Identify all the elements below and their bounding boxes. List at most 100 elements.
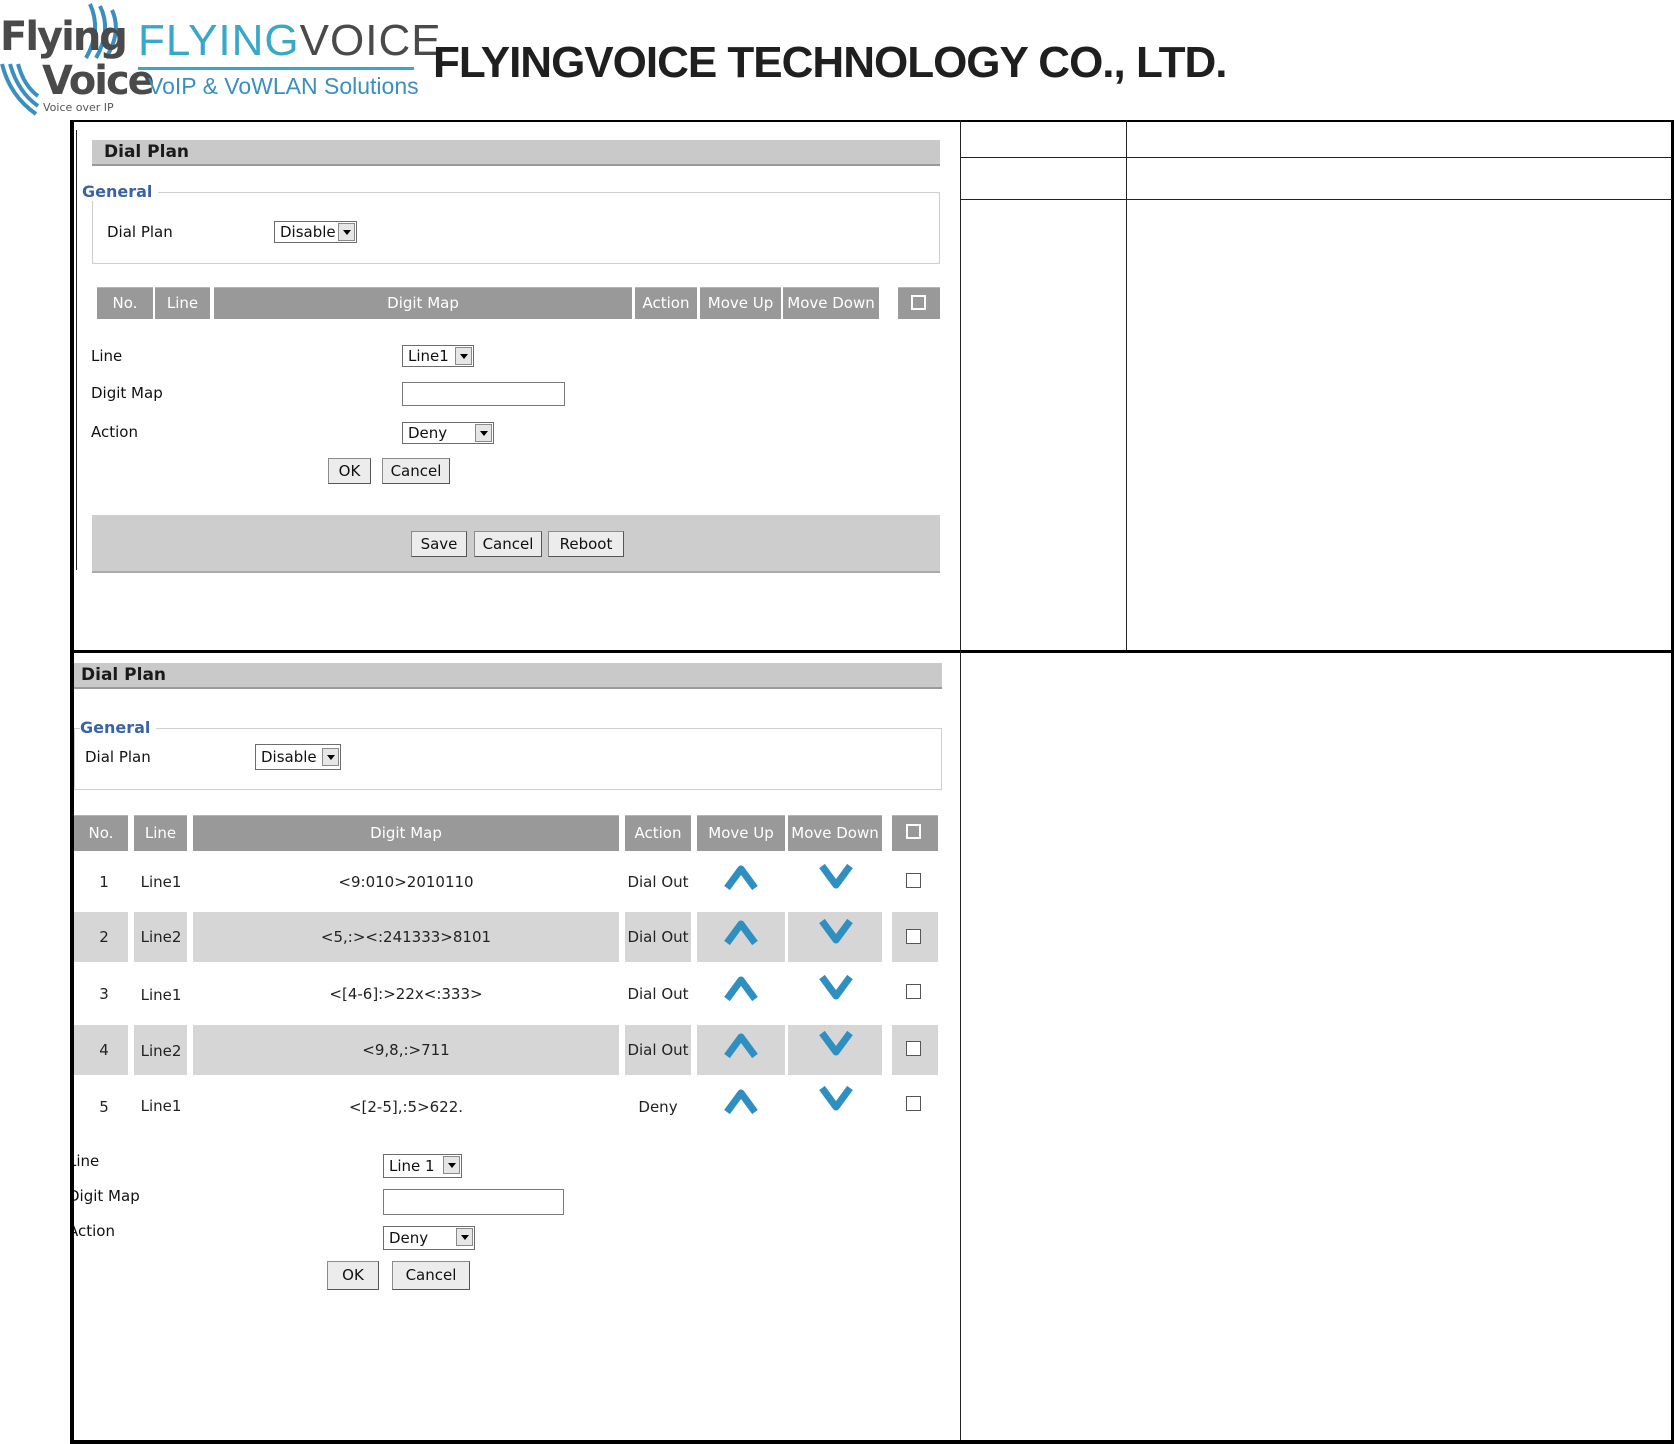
move-down-icon[interactable] — [819, 1030, 853, 1060]
panel-title-bar: Dial Plan — [92, 140, 940, 166]
digit-map-label: Digit Map — [91, 384, 163, 402]
move-up-icon[interactable] — [724, 861, 758, 891]
row-checkbox[interactable] — [906, 1096, 921, 1111]
move-down-icon[interactable] — [819, 1085, 853, 1115]
row-action: Dial Out — [627, 1041, 689, 1059]
row-action: Deny — [638, 1098, 678, 1116]
logo-voip-text: Voice over IP — [43, 101, 114, 114]
logo-voice-text: Voice — [42, 58, 155, 104]
top-right-row-line-1 — [960, 157, 1672, 158]
chevron-down-icon — [475, 424, 492, 442]
line-select-value: Line 1 — [389, 1157, 435, 1175]
dial-plan-select-value: Disable — [261, 748, 317, 766]
row-digit-map: <[4-6]:>22x<:333> — [329, 985, 483, 1003]
move-up-icon[interactable] — [724, 916, 758, 946]
line-select-value: Line1 — [408, 347, 449, 365]
move-up-icon[interactable] — [724, 1029, 758, 1059]
dial-plan-panel-top: Dial Plan General Dial Plan Disable No. … — [76, 124, 946, 644]
action-select-value: Deny — [389, 1229, 429, 1247]
move-up-icon[interactable] — [724, 972, 758, 1002]
col-header-move-down: Move Down — [783, 287, 879, 319]
row-action: Dial Out — [627, 985, 689, 1003]
general-legend: General — [82, 182, 159, 201]
row-no: 3 — [99, 985, 109, 1003]
move-down-icon[interactable] — [819, 918, 853, 948]
action-label: Action — [91, 423, 138, 441]
general-fieldset — [92, 192, 940, 264]
header: Flying Voice Voice over IP FLYINGVOICE V… — [0, 0, 1676, 118]
line-label: Line — [91, 347, 123, 365]
brand-logo: FLYINGVOICE — [138, 16, 442, 66]
action-label: Action — [74, 1222, 115, 1240]
row-digit-map: <9,8,:>711 — [362, 1041, 450, 1059]
general-legend: General — [80, 718, 157, 737]
col-header-action: Action — [625, 815, 691, 851]
dial-plan-select-value: Disable — [280, 223, 336, 241]
row-no: 5 — [99, 1098, 109, 1116]
row-action: Dial Out — [627, 873, 689, 891]
ok-button[interactable]: OK — [328, 458, 371, 484]
line-select[interactable]: Line1 — [402, 345, 474, 367]
cancel-button[interactable]: Cancel — [392, 1261, 470, 1290]
save-button[interactable]: Save — [411, 531, 467, 557]
dial-plan-panel-bottom: Dial Plan General Dial Plan Disable No. … — [74, 660, 954, 1430]
general-fieldset — [74, 728, 942, 790]
row-digit-map: <5,:><:241333>8101 — [320, 928, 492, 946]
row-checkbox[interactable] — [906, 929, 921, 944]
col-header-move-up: Move Up — [700, 287, 781, 319]
col-header-line: Line — [134, 815, 187, 851]
move-up-icon[interactable] — [724, 1085, 758, 1115]
row-checkbox[interactable] — [906, 984, 921, 999]
row-no: 4 — [99, 1041, 109, 1059]
col-header-digit-map: Digit Map — [193, 815, 619, 851]
top-right-row-line-2 — [960, 199, 1672, 200]
frame-column-separator — [960, 120, 961, 1440]
row-line: Line1 — [140, 986, 182, 1004]
move-down-icon[interactable] — [819, 863, 853, 893]
chevron-down-icon — [455, 347, 472, 365]
digit-map-input[interactable] — [383, 1189, 564, 1215]
wave-icon — [0, 63, 40, 116]
row-line: Line1 — [140, 1097, 182, 1115]
row-digit-map: <[2-5],:5>622. — [348, 1098, 464, 1116]
row-checkbox[interactable] — [906, 873, 921, 888]
frame-row-separator — [70, 650, 1674, 653]
company-name: FLYINGVOICE TECHNOLOGY CO., LTD. — [433, 38, 1227, 87]
row-line: Line2 — [140, 1042, 182, 1060]
col-header-line: Line — [155, 287, 210, 319]
chevron-down-icon — [338, 223, 355, 241]
line-label: Line — [74, 1152, 100, 1170]
row-no: 2 — [99, 928, 109, 946]
select-all-checkbox[interactable] — [906, 824, 921, 839]
frame-right-line — [1671, 120, 1674, 1444]
chevron-down-icon — [456, 1228, 473, 1246]
action-select[interactable]: Deny — [383, 1226, 475, 1250]
cancel-button[interactable]: Cancel — [382, 458, 450, 484]
dial-plan-label: Dial Plan — [85, 748, 151, 766]
col-header-digit-map: Digit Map — [214, 287, 632, 319]
row-line: Line1 — [140, 873, 182, 891]
dial-plan-select[interactable]: Disable — [274, 221, 357, 243]
action-select-value: Deny — [408, 424, 448, 442]
action-select[interactable]: Deny — [402, 422, 494, 444]
reboot-button[interactable]: Reboot — [548, 531, 624, 557]
line-select[interactable]: Line 1 — [383, 1154, 462, 1178]
move-down-icon[interactable] — [819, 974, 853, 1004]
logo-flying-text: Flying — [0, 14, 128, 60]
dial-plan-select[interactable]: Disable — [255, 744, 341, 770]
chevron-down-icon — [322, 748, 339, 766]
digit-map-input[interactable] — [402, 382, 565, 406]
select-all-checkbox[interactable] — [911, 295, 926, 310]
col-header-move-down: Move Down — [788, 815, 882, 851]
dial-plan-label: Dial Plan — [107, 223, 173, 241]
row-action: Dial Out — [627, 928, 689, 946]
col-header-no: No. — [97, 287, 153, 319]
row-no: 1 — [99, 873, 109, 891]
add-form-clip: Line Digit Map Action — [74, 1140, 374, 1260]
row-digit-map: <9:010>2010110 — [338, 873, 474, 891]
panel-title-bar: Dial Plan — [74, 663, 942, 689]
chevron-down-icon — [443, 1156, 460, 1174]
ok-button[interactable]: OK — [327, 1261, 379, 1290]
footer-cancel-button[interactable]: Cancel — [474, 531, 542, 557]
row-checkbox[interactable] — [906, 1041, 921, 1056]
